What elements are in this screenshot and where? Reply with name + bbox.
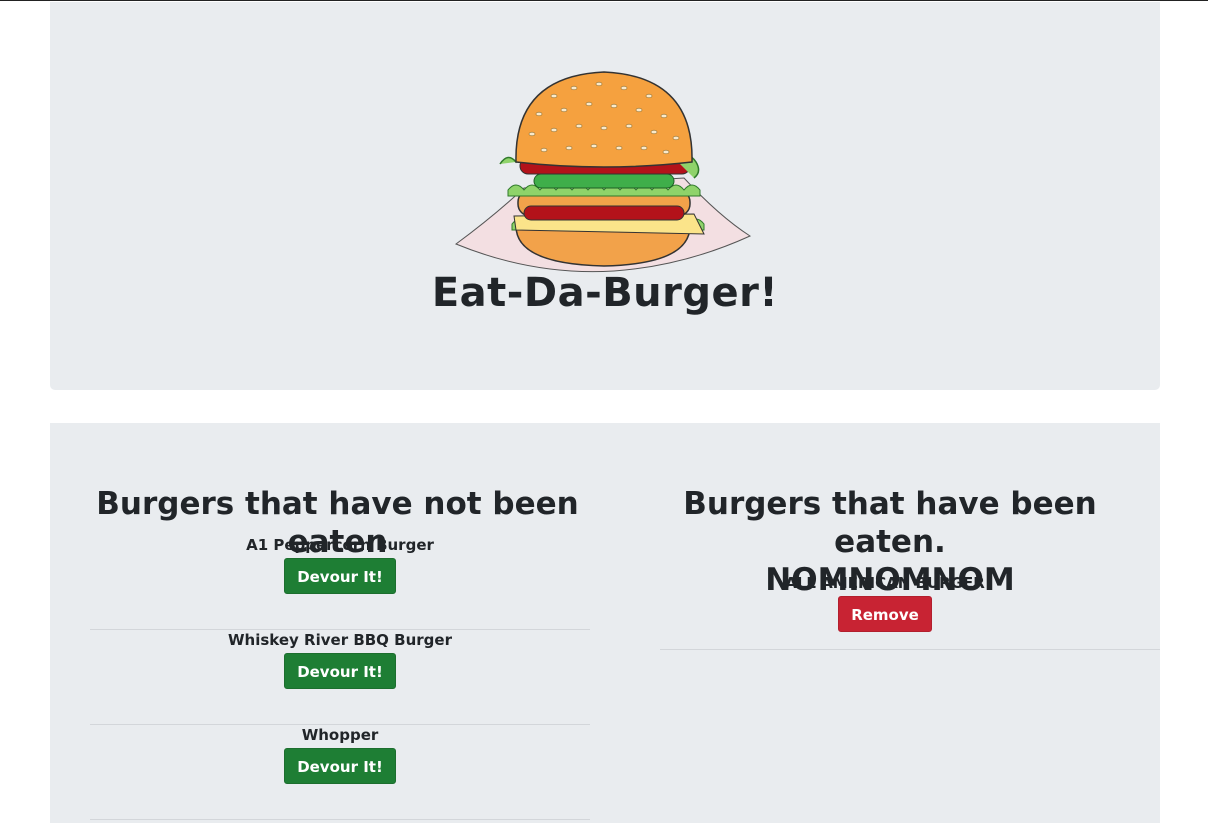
burger-logo-image — [454, 71, 752, 273]
burger-name: Whopper — [301, 726, 379, 744]
page-title: Eat-Da-Burger! — [431, 270, 779, 316]
burger-name: A1 Peppercorn Burger — [246, 536, 434, 554]
eaten-heading-line1: Burgers that have been eaten. — [683, 486, 1097, 560]
devour-button[interactable]: Devour It! — [284, 653, 396, 689]
devour-button[interactable]: Devour It! — [284, 558, 396, 594]
burger-name: Whiskey River BBQ Burger — [228, 631, 452, 649]
list-item: ALL AMERICAN BURGER Remove — [635, 573, 1135, 650]
remove-button[interactable]: Remove — [838, 596, 932, 632]
burger-lists-panel: Burgers that have not been eaten A1 Pepp… — [50, 423, 1160, 823]
header-jumbotron: Eat-Da-Burger! — [50, 2, 1160, 390]
devour-button[interactable]: Devour It! — [284, 748, 396, 784]
top-border — [0, 0, 1208, 1]
list-item: Whiskey River BBQ Burger Devour It! — [90, 630, 590, 725]
divider — [660, 649, 1160, 650]
burger-name: ALL AMERICAN BURGER — [785, 574, 985, 592]
list-item: A1 Peppercorn Burger Devour It! — [90, 535, 590, 630]
